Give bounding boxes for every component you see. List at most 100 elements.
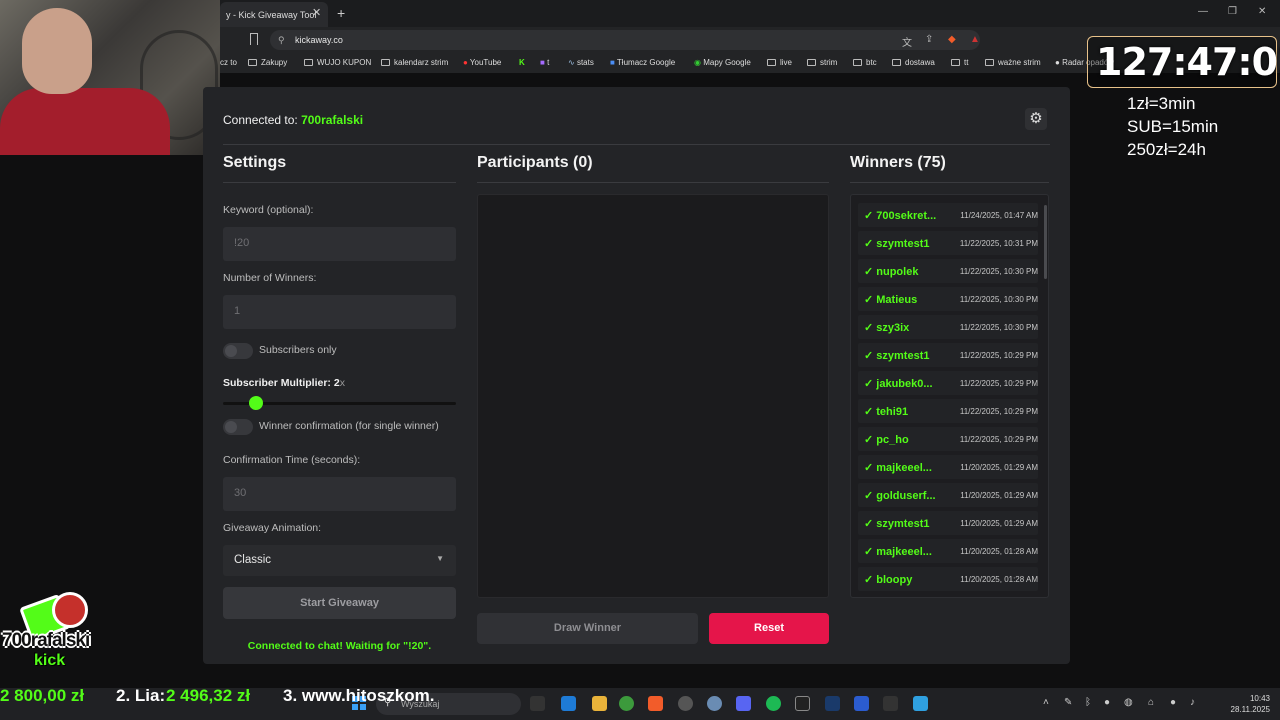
bookmark-item[interactable]: btc	[853, 58, 877, 67]
winner-row: ✓ jakubek0... 11/22/2025, 10:29 PM	[858, 371, 1038, 395]
obs-icon[interactable]	[678, 696, 693, 711]
bookmark-item[interactable]: strim	[807, 58, 837, 67]
browser-tab-bar: y - Kick Giveaway Tool ✕ + — ❐ ✕	[220, 0, 1280, 27]
rule-line: SUB=15min	[1127, 117, 1219, 136]
winner-username: ✓ szymtest1	[864, 350, 930, 362]
steam-icon[interactable]: ◍	[1124, 697, 1133, 708]
winner-row: ✓ Matieus 11/22/2025, 10:30 PM	[858, 287, 1038, 311]
winner-timestamp: 11/22/2025, 10:30 PM	[959, 267, 1038, 276]
chrome-icon[interactable]	[619, 696, 634, 711]
participants-list[interactable]	[477, 194, 829, 598]
translate-icon[interactable]: 文	[902, 34, 912, 49]
settings-gear-icon[interactable]: ⚙	[1025, 108, 1047, 130]
confirmation-time-input[interactable]: 30	[223, 477, 456, 511]
spotify-icon[interactable]	[766, 696, 781, 711]
connection-status: Connected to: 700rafalski	[223, 113, 364, 127]
winners-list[interactable]: ✓ 700sekret... 11/24/2025, 01:47 AM ✓ szym…	[850, 194, 1049, 598]
bookmark-item[interactable]: ◉ Mapy Google	[694, 58, 751, 67]
logo-mascot	[52, 592, 88, 628]
rewards-icon[interactable]: ▲	[970, 34, 980, 45]
maps-icon: ◉	[694, 58, 704, 67]
share-icon[interactable]: ⇪	[925, 34, 933, 45]
bookmark-item[interactable]: cz to	[220, 58, 237, 67]
bookmark-item[interactable]: ■ t	[540, 58, 549, 67]
winner-row: ✓ bloopy 11/20/2025, 01:28 AM	[858, 567, 1038, 591]
winner-confirmation-toggle[interactable]	[223, 419, 253, 435]
bookmark-item[interactable]: kalendarz strim	[381, 58, 448, 67]
winner-timestamp: 11/22/2025, 10:30 PM	[959, 323, 1038, 332]
winner-timestamp: 11/22/2025, 10:29 PM	[959, 351, 1038, 360]
winner-row: ✓ tehi91 11/22/2025, 10:29 PM	[858, 399, 1038, 423]
winner-row: ✓ szymtest1 11/22/2025, 10:29 PM	[858, 343, 1038, 367]
winner-timestamp: 11/22/2025, 10:29 PM	[959, 379, 1038, 388]
tab-title: y - Kick Giveaway Tool	[226, 10, 317, 20]
draw-winner-button[interactable]: Draw Winner	[477, 613, 698, 644]
bookmark-item[interactable]: tt	[951, 58, 968, 67]
app-tray-icon[interactable]: ●	[1104, 697, 1110, 708]
scrollbar[interactable]	[1044, 205, 1047, 279]
winner-timestamp: 11/22/2025, 10:30 PM	[959, 295, 1038, 304]
ticker-item: 2. Lia:	[116, 686, 166, 705]
winner-username: ✓ bloopy	[864, 574, 913, 586]
bookmark-item[interactable]: Zakupy	[248, 58, 287, 67]
tab-close-icon[interactable]: ✕	[312, 6, 321, 19]
brave-icon[interactable]	[648, 696, 663, 711]
bookmark-item[interactable]: ∿ stats	[568, 58, 594, 67]
minimize-icon[interactable]: —	[1198, 6, 1208, 17]
multiplier-slider-handle[interactable]	[248, 396, 263, 410]
discord-icon[interactable]	[736, 696, 751, 711]
winner-row: ✓ szymtest1 11/20/2025, 01:29 AM	[858, 511, 1038, 535]
microphone-icon[interactable]: ●	[1170, 697, 1176, 708]
divider	[223, 182, 456, 183]
bookmark-item[interactable]: ● YouTube	[463, 58, 501, 67]
bookmark-item[interactable]: ■ Tłumacz Google	[610, 58, 675, 67]
bookmark-item[interactable]: WUJO KUPON	[304, 58, 371, 67]
winner-row: ✓ szymtest1 11/22/2025, 10:31 PM	[858, 231, 1038, 255]
bookmark-item[interactable]: live	[767, 58, 792, 67]
winner-username: ✓ Matieus	[864, 294, 918, 306]
bookmark-item[interactable]: dostawa	[892, 58, 935, 67]
url-field[interactable]: ⚲ kickaway.co	[270, 30, 980, 50]
new-tab-icon[interactable]: +	[337, 5, 345, 21]
kick-bookmark[interactable]: K	[519, 58, 525, 67]
app-icon[interactable]	[883, 696, 898, 711]
app-icon[interactable]	[854, 696, 869, 711]
winners-count-input[interactable]: 1	[223, 295, 456, 329]
keyword-input[interactable]: !20	[223, 227, 456, 261]
system-clock[interactable]: 10:43 28.11.2025	[1224, 693, 1270, 715]
notepad-icon[interactable]	[913, 696, 928, 711]
stats-icon: ∿	[568, 58, 577, 67]
bookmark-icon[interactable]	[250, 33, 258, 45]
folder-icon	[381, 59, 390, 66]
ticker-item: 3. www.hitoszkom.	[283, 686, 435, 705]
start-giveaway-button[interactable]: Start Giveaway	[223, 587, 456, 619]
app-icon[interactable]	[795, 696, 810, 711]
window-close-icon[interactable]: ✕	[1258, 6, 1266, 17]
bluetooth-icon[interactable]: ᛒ	[1085, 697, 1091, 708]
maximize-icon[interactable]: ❐	[1228, 6, 1237, 17]
subscribers-only-toggle[interactable]	[223, 343, 253, 359]
volume-icon[interactable]: ♪	[1190, 697, 1195, 708]
network-icon[interactable]: ⌂	[1148, 697, 1154, 708]
timer-rules: 1zł=3min SUB=15min 250zł=24h	[1127, 92, 1218, 161]
tray-expand-icon[interactable]: ˄	[1043, 697, 1049, 708]
brave-shield-icon[interactable]: ◆	[948, 34, 956, 45]
app-icon[interactable]	[825, 696, 840, 711]
divider	[223, 144, 1050, 145]
site-info-icon[interactable]: ⚲	[278, 35, 285, 46]
animation-select[interactable]: Classic ▼	[223, 545, 456, 576]
app-icon[interactable]	[707, 696, 722, 711]
file-explorer-icon[interactable]	[592, 696, 607, 711]
winner-timestamp: 11/20/2025, 01:29 AM	[960, 463, 1038, 472]
animation-label: Giveaway Animation:	[223, 522, 322, 534]
participants-title: Participants (0)	[477, 154, 593, 171]
pen-icon[interactable]: ✎	[1064, 697, 1072, 708]
app-icon[interactable]	[561, 696, 576, 711]
reset-button[interactable]: Reset	[709, 613, 829, 644]
winner-row: ✓ 700sekret... 11/24/2025, 01:47 AM	[858, 203, 1038, 227]
url-text: kickaway.co	[295, 35, 343, 45]
bookmark-item[interactable]: ważne strim	[985, 58, 1041, 67]
task-view-icon[interactable]	[530, 696, 545, 711]
winner-username: ✓ 700sekret...	[864, 210, 937, 222]
giveaway-app: Connected to: 700rafalski ⚙ Settings Key…	[203, 87, 1070, 664]
